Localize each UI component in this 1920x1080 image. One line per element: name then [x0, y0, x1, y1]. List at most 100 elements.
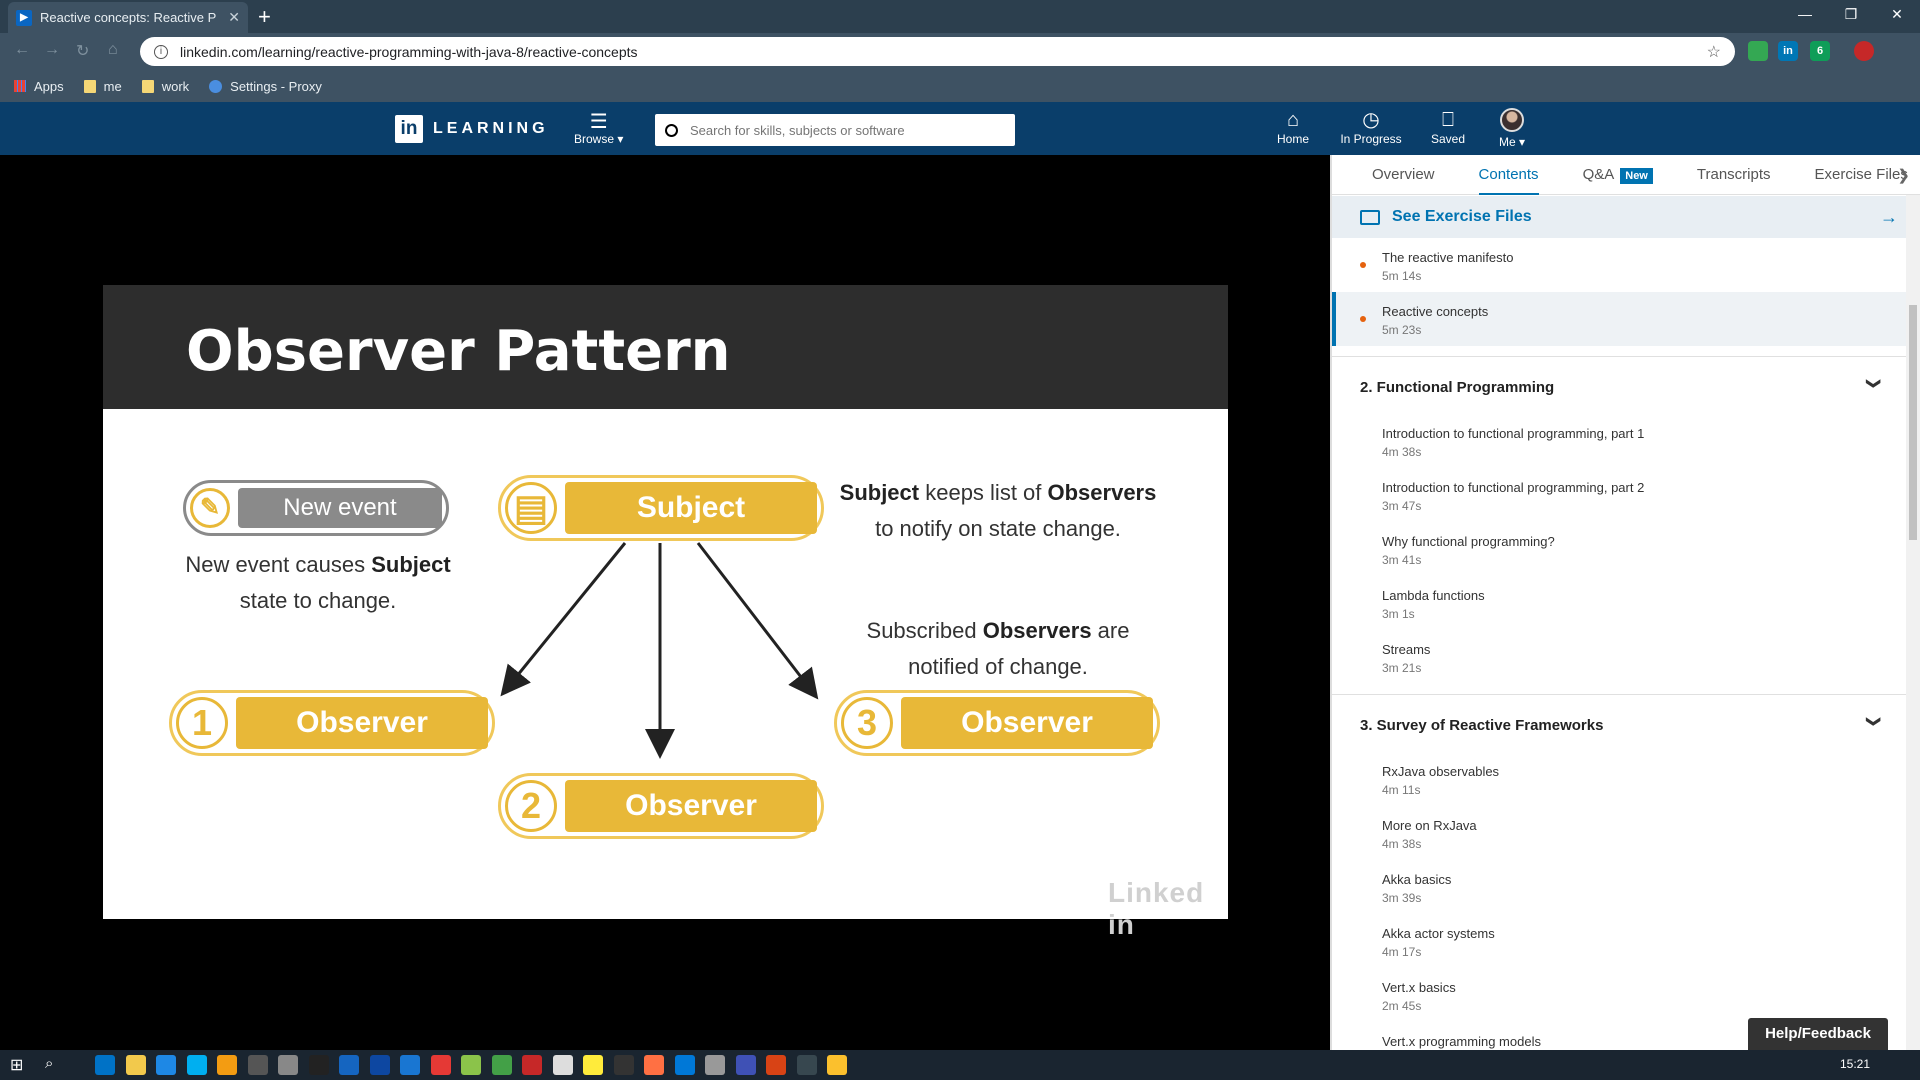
taskbar-app-icon[interactable]	[705, 1055, 725, 1075]
linkedin-extension-icon[interactable]: in	[1778, 41, 1798, 61]
linkedin-favicon-icon: ▶	[16, 9, 32, 26]
taskbar-app-icon[interactable]	[674, 1055, 695, 1075]
taskbar-app-icon[interactable]	[430, 1055, 451, 1075]
taskbar-app-icon[interactable]	[339, 1055, 359, 1075]
tab-title: Reactive concepts: Reactive P	[40, 10, 217, 25]
folder-icon	[83, 79, 96, 93]
see-exercise-files[interactable]: See Exercise Files →	[1332, 196, 1908, 238]
minimize-icon[interactable]: —	[1782, 0, 1828, 30]
observer-2-pill: 2 Observer	[498, 773, 824, 839]
scrollbar[interactable]	[1906, 195, 1920, 1050]
search-box[interactable]	[655, 114, 1015, 146]
bookmark-settings-proxy[interactable]: Settings - Proxy	[209, 79, 322, 94]
subject-text: Subject keeps list of Observers to notif…	[839, 480, 1157, 541]
item-duration: 3m 41s	[1382, 553, 1422, 567]
list-item[interactable]: Vert.x basics 2m 45s	[1332, 968, 1908, 1022]
back-icon[interactable]: ←	[14, 41, 30, 59]
window-controls: — ❐ ✕	[1782, 0, 1920, 30]
taskbar-app-icon[interactable]	[827, 1055, 847, 1075]
home-icon[interactable]: ⌂	[108, 41, 118, 59]
nav-in-progress[interactable]: ◷ In Progress	[1331, 108, 1411, 146]
restore-icon[interactable]: ❐	[1828, 0, 1874, 30]
taskbar-app-icon[interactable]	[766, 1055, 786, 1075]
taskbar-app-icon[interactable]	[613, 1055, 634, 1075]
list-item[interactable]: Streams 3m 21s	[1332, 630, 1908, 684]
folder-icon	[141, 79, 154, 93]
list-item[interactable]: Introduction to functional programming, …	[1332, 468, 1908, 522]
taskbar-app-icon[interactable]	[278, 1055, 298, 1075]
observer-3-pill: 3 Observer	[834, 690, 1160, 756]
list-item[interactable]: Introduction to functional programming, …	[1332, 414, 1908, 468]
close-tab-icon[interactable]: ✕	[228, 9, 240, 26]
bookmark-work[interactable]: work	[141, 79, 189, 94]
close-window-icon[interactable]: ✕	[1874, 0, 1920, 30]
tab-contents[interactable]: Contents	[1478, 155, 1539, 195]
item-title: Reactive concepts	[1382, 304, 1489, 319]
list-item[interactable]: The reactive manifesto 5m 14s	[1332, 238, 1908, 292]
search-icon[interactable]: ⌕	[45, 1055, 53, 1072]
item-title: RxJava observables	[1382, 764, 1500, 779]
nav-me[interactable]: Me ▾	[1472, 108, 1552, 149]
forward-icon[interactable]: →	[44, 41, 60, 59]
item-duration: 2m 45s	[1382, 999, 1422, 1013]
taskbar-app-icon[interactable]	[217, 1055, 237, 1075]
item-title: More on RxJava	[1382, 818, 1477, 833]
tab-exercise-files[interactable]: Exercise Files	[1815, 155, 1908, 195]
list-item[interactable]: Reactive concepts 5m 23s	[1332, 292, 1908, 346]
taskbar-app-icon[interactable]	[552, 1055, 573, 1075]
tab-qa[interactable]: Q&A New	[1583, 155, 1653, 195]
bookmark-apps[interactable]: Apps	[14, 79, 64, 94]
address-bar[interactable]: i linkedin.com/learning/reactive-program…	[140, 37, 1735, 66]
browse-menu[interactable]: ☰ Browse ▾	[574, 112, 623, 146]
taskbar-app-icon[interactable]	[796, 1055, 817, 1075]
help-feedback-button[interactable]: Help/Feedback	[1748, 1018, 1888, 1050]
taskbar-app-icon[interactable]	[247, 1055, 268, 1075]
taskbar-app-icon[interactable]	[125, 1055, 146, 1075]
section-header[interactable]: 3. Survey of Reactive Frameworks ❯	[1332, 694, 1908, 752]
reload-icon[interactable]: ↻	[76, 41, 89, 61]
clock[interactable]: 15:21	[1840, 1057, 1870, 1071]
section-header[interactable]: 2. Functional Programming ❯	[1332, 356, 1908, 414]
taskbar-app-icon[interactable]	[95, 1055, 115, 1075]
new-tab-button[interactable]: +	[258, 4, 271, 30]
scrollbar-thumb[interactable]	[1909, 305, 1917, 540]
extension-badge-icon[interactable]: 6	[1810, 41, 1830, 61]
nav-home[interactable]: ⌂ Home	[1253, 108, 1333, 146]
taskbar-app-icon[interactable]	[461, 1055, 481, 1075]
list-item[interactable]: More on RxJava 4m 38s	[1332, 806, 1908, 860]
list-item[interactable]: Lambda functions 3m 1s	[1332, 576, 1908, 630]
taskbar-app-icon[interactable]	[186, 1055, 207, 1075]
bookmark-star-icon[interactable]: ☆	[1707, 42, 1721, 62]
taskbar-app-icon[interactable]	[583, 1055, 603, 1075]
list-item[interactable]: Why functional programming? 3m 41s	[1332, 522, 1908, 576]
profile-extension-icon[interactable]	[1854, 41, 1874, 61]
taskbar-app-icon[interactable]	[735, 1055, 756, 1075]
taskbar-app-icon[interactable]	[522, 1055, 542, 1075]
taskbar-app-icon[interactable]	[644, 1055, 664, 1075]
taskbar-app-icon[interactable]	[369, 1055, 390, 1075]
learning-logo[interactable]: in LEARNING	[395, 115, 549, 143]
avatar	[1500, 108, 1524, 132]
taskbar-app-icon[interactable]	[308, 1055, 329, 1075]
list-item[interactable]: Akka actor systems 4m 17s	[1332, 914, 1908, 968]
taskbar-app-icon[interactable]	[400, 1055, 420, 1075]
item-duration: 3m 1s	[1382, 607, 1415, 621]
list-item[interactable]: RxJava observables 4m 11s	[1332, 752, 1908, 806]
windows-start-icon[interactable]: ⊞	[10, 1055, 23, 1075]
tab-transcripts[interactable]: Transcripts	[1697, 155, 1771, 195]
extension-icon[interactable]	[1748, 41, 1768, 61]
site-info-icon[interactable]: i	[154, 44, 168, 59]
chevron-down-icon[interactable]: ❯	[1866, 716, 1883, 728]
taskbar-app-icon[interactable]	[491, 1055, 512, 1075]
browser-tab[interactable]: ▶ Reactive concepts: Reactive P ✕	[8, 2, 248, 33]
chevron-down-icon[interactable]: ❯	[1866, 378, 1883, 390]
chevron-right-icon[interactable]: ❯	[1897, 166, 1910, 184]
tab-overview[interactable]: Overview	[1372, 155, 1435, 195]
new-badge: New	[1620, 167, 1653, 184]
list-item[interactable]: Akka basics 3m 39s	[1332, 860, 1908, 914]
taskbar-app-icon[interactable]	[156, 1055, 176, 1075]
bookmark-me[interactable]: me	[83, 79, 122, 94]
section-title: 2. Functional Programming	[1360, 379, 1555, 396]
item-title: Introduction to functional programming, …	[1382, 426, 1645, 441]
search-input[interactable]	[690, 122, 1005, 138]
